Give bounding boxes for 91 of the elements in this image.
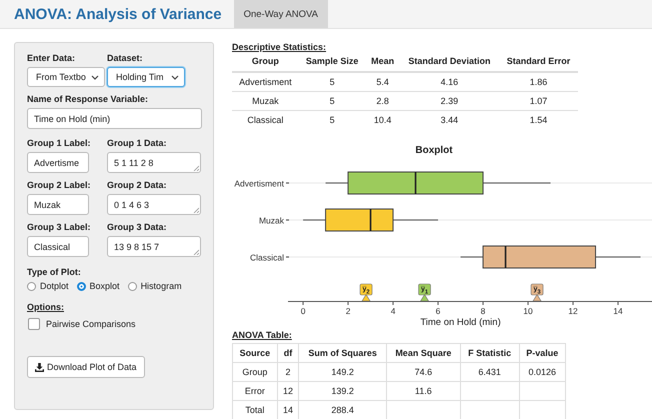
field-label: Enter Data: (27, 53, 76, 63)
table-cell: 2.39 (400, 92, 500, 110)
response-input[interactable]: Time on Hold (min) (27, 108, 202, 129)
radio-label: Histogram (140, 281, 182, 291)
field-label: Group 3 Data: (107, 222, 167, 232)
axis-label: Classical (250, 252, 284, 262)
table-cell: 10.4 (366, 110, 400, 129)
field-label: Group 2 Data: (107, 180, 167, 190)
table-cell: 12 (282, 386, 293, 396)
column-header: F Statistic (460, 344, 520, 362)
tick-label: 6 (436, 306, 440, 316)
radio-label: Boxplot (90, 281, 120, 291)
table-cell: Group (242, 367, 268, 377)
column-header: Mean (366, 53, 400, 72)
column-header: df (277, 344, 299, 362)
table-cell: Error (244, 386, 265, 396)
tab[interactable]: One-Way ANOVA (234, 0, 328, 28)
resize-grip-icon[interactable] (193, 249, 199, 255)
table-cell: 288.4 (331, 405, 354, 415)
table-cell: 5 (298, 72, 366, 92)
axis-label: Muzak (258, 216, 284, 226)
checkbox[interactable] (28, 318, 40, 330)
download-button[interactable]: Download Plot of Data (27, 356, 145, 378)
tick-label: 10 (523, 306, 533, 316)
table-cell: Advertisment (232, 72, 299, 92)
radio-label: Dotplot (40, 281, 69, 291)
table-cell: 74.6 (414, 367, 432, 377)
column-header: Mean Square (386, 344, 460, 362)
group-data-textarea[interactable]: 13 9 8 15 7 (107, 236, 201, 257)
dataset-select[interactable]: Holding Tim (107, 67, 185, 87)
group-label-input[interactable]: Muzak (27, 194, 89, 215)
table-cell: 2.8 (366, 92, 400, 110)
group-label-input[interactable]: Advertisme (27, 152, 89, 173)
table-cell: 14 (282, 405, 293, 415)
column-header: Standard Deviation (400, 53, 500, 72)
table-cell: Muzak (232, 92, 299, 110)
axis-label: Advertisment (234, 178, 284, 188)
table-cell: 11.6 (414, 386, 432, 396)
field-label: Group 2 Label: (27, 180, 91, 190)
column-header: Sum of Squares (298, 344, 387, 362)
column-header: P-value (519, 344, 566, 362)
axis-title: Time on Hold (min) (420, 317, 501, 328)
enter-data-select[interactable]: From Textbo (27, 67, 105, 87)
options-heading: Options: (27, 302, 64, 312)
table-cell: 2 (285, 367, 290, 377)
group-label-input[interactable]: Classical (27, 236, 89, 257)
table-cell: 4.16 (400, 72, 500, 92)
table-cell: 149.2 (331, 367, 354, 377)
table-cell: 5.4 (366, 72, 400, 92)
radio-button[interactable] (27, 282, 36, 290)
group-data-textarea[interactable]: 0 1 4 6 3 (107, 194, 201, 215)
table-cell: 1.54 (499, 110, 578, 129)
field-label: Group 1 Data: (107, 138, 167, 148)
table-cell: 5 (298, 92, 366, 110)
table-cell: 139.2 (331, 386, 354, 396)
field-label: Dataset: (107, 53, 143, 63)
group-data-textarea[interactable]: 5 1 11 2 8 (107, 152, 201, 173)
chart-title: Boxplot (415, 145, 453, 156)
column-header: Source (232, 344, 278, 362)
resize-grip-icon[interactable] (193, 207, 199, 213)
field-label: Type of Plot: (27, 267, 81, 277)
tick-label: 12 (568, 306, 578, 316)
section-heading: Descriptive Statistics: (232, 42, 326, 52)
tick-label: 8 (480, 306, 486, 316)
tick-label: 2 (346, 306, 350, 316)
table-cell: 0.0126 (528, 367, 556, 377)
tick-label: 4 (390, 306, 396, 316)
field-label: Name of Response Variable: (27, 94, 148, 104)
column-header: Sample Size (298, 53, 366, 72)
tick-label: 0 (300, 306, 306, 316)
table-cell: 1.07 (499, 92, 578, 110)
app-title: ANOVA: Analysis of Variance (14, 6, 222, 22)
column-header: Group (232, 53, 299, 72)
chevron-icon (171, 74, 179, 80)
section-heading: ANOVA Table: (232, 330, 292, 340)
resize-grip-icon[interactable] (193, 165, 199, 171)
download-icon (35, 362, 44, 372)
chevron-icon (91, 74, 99, 80)
tick-label: 14 (613, 306, 623, 316)
table-cell: 3.44 (400, 110, 500, 129)
column-header: Standard Error (499, 53, 578, 72)
checkbox-label: Pairwise Comparisons (46, 319, 136, 329)
radio-button[interactable] (76, 282, 86, 290)
table-cell: 1.86 (499, 72, 578, 92)
table-cell: 5 (298, 110, 366, 129)
table-cell: 6.431 (478, 367, 501, 377)
field-label: Group 3 Label: (27, 222, 91, 232)
table-cell: Classical (232, 110, 299, 129)
table-cell: Total (245, 405, 264, 415)
radio-button[interactable] (128, 282, 137, 290)
field-label: Group 1 Label: (27, 138, 91, 148)
